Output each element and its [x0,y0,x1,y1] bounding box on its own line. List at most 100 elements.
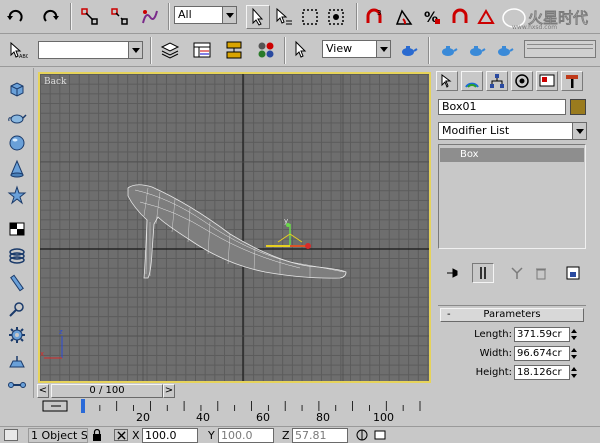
render-teapot-icon [442,46,458,56]
modifier-stack[interactable]: Box [438,144,586,249]
create-helper-button[interactable] [5,352,29,374]
tab-display[interactable] [536,71,558,91]
show-end-result-button[interactable] [472,263,494,283]
param-length-field[interactable]: 371.59cr [514,327,570,342]
shoe-model[interactable] [127,184,347,279]
create-tube-button[interactable] [5,298,29,320]
remove-modifier-button[interactable] [530,263,552,283]
chevron-down-icon[interactable] [222,6,237,24]
select-object-button[interactable] [246,5,270,29]
layers-icon [160,42,180,59]
x-coordinate-field[interactable]: 100.0 [142,428,198,443]
param-height-row: Height: 18.126cr [438,365,586,381]
bone-icon [8,382,26,388]
time-slider-left-arrow[interactable]: < [37,384,49,398]
chevron-down-icon[interactable] [572,122,587,140]
angle-snap-button[interactable] [392,5,416,29]
lock-icon[interactable] [92,428,102,441]
redo-button[interactable] [38,5,62,29]
create-teapot-button[interactable] [5,106,29,128]
render-last-button[interactable] [492,38,516,62]
parameters-rollout-header[interactable]: - Parameters [440,308,584,322]
create-torus-button[interactable] [5,244,29,266]
chevron-down-icon[interactable] [376,40,391,58]
edit-named-selection-button[interactable]: ABC [6,38,30,62]
layers-button[interactable] [158,38,182,62]
width-spinner[interactable] [571,346,579,361]
tab-hierarchy[interactable] [486,71,508,91]
named-selection-sets-button[interactable] [474,5,498,29]
tab-modify[interactable] [461,71,483,91]
select-and-move-button[interactable] [290,38,314,62]
rectangular-selection-button[interactable] [298,5,322,29]
track-bar[interactable]: 20 40 60 80 100 [37,399,431,425]
toolbar-separator [70,3,72,30]
angle-snap-icon [395,9,413,25]
param-width-field[interactable]: 96.674cr [514,346,570,361]
percent-snap-button[interactable]: % [420,5,444,29]
time-tag-icon[interactable] [374,429,386,441]
select-and-link-button[interactable] [78,5,102,29]
make-unique-icon [511,267,523,279]
object-name-field[interactable]: Box01 [438,99,566,115]
chevron-down-icon[interactable] [128,41,143,59]
spinner-snap-button[interactable] [448,5,472,29]
make-unique-button[interactable] [506,263,528,283]
tab-create[interactable] [436,71,458,91]
create-box-button[interactable] [5,78,29,100]
material-editor-button[interactable] [254,38,278,62]
current-frame-marker[interactable] [81,399,85,413]
stack-item-box[interactable]: Box [440,148,584,162]
window-crossing-button[interactable] [324,5,348,29]
script-listener-button[interactable] [4,429,18,441]
time-slider-thumb[interactable]: 0 / 100 [51,384,163,398]
object-color-swatch[interactable] [570,99,586,115]
create-cylinder-button[interactable] [5,272,29,294]
create-gear-button[interactable] [5,324,29,346]
length-spinner[interactable] [571,327,579,342]
selection-count-field: 1 Object Se [28,428,88,443]
create-cone-button[interactable] [5,158,29,180]
render-type-field[interactable] [524,40,596,58]
create-checker-button[interactable] [5,218,29,240]
configure-modifier-sets-button[interactable] [562,263,584,283]
quick-render-button[interactable] [464,38,488,62]
param-width-label: Width: [479,348,512,359]
selection-filter-dropdown[interactable]: All [174,6,237,24]
tick-label-40: 40 [196,411,210,424]
render-scene-button[interactable] [436,38,460,62]
snaps-toggle-button[interactable]: 3 [362,5,386,29]
create-star-button[interactable] [5,184,29,206]
bind-space-warp-button[interactable] [138,5,162,29]
z-coordinate-field[interactable]: 57.81 [292,428,348,443]
use-pivot-center-button[interactable] [396,38,420,62]
create-bone-button[interactable] [5,374,29,396]
schematic-view-button[interactable] [222,38,246,62]
track-view-button[interactable] [190,38,214,62]
reference-coordinate-dropdown[interactable]: View [322,40,391,58]
time-slider[interactable]: < 0 / 100 > [37,383,431,399]
named-selection-dropdown[interactable] [38,41,143,59]
ruler-ticks [82,401,421,411]
toolbar-separator [284,37,286,64]
unlink-selection-button[interactable] [108,5,132,29]
modifier-list-dropdown[interactable]: Modifier List [438,122,587,140]
tab-utilities[interactable] [561,71,583,91]
transform-gizmo[interactable]: y [266,217,311,249]
tab-motion[interactable] [511,71,533,91]
undo-button[interactable] [4,5,28,29]
tab-panel-toolbar [0,68,34,398]
height-spinner[interactable] [571,365,579,380]
svg-text:y: y [284,217,288,225]
viewport-back[interactable]: Back y z x [38,72,431,383]
param-height-field[interactable]: 18.126cr [514,365,570,380]
time-slider-right-arrow[interactable]: > [163,384,175,398]
create-sphere-button[interactable] [5,132,29,154]
teapot-icon [8,114,27,124]
svg-text:x: x [40,350,44,358]
select-by-name-button[interactable] [272,5,296,29]
absolute-mode-button[interactable] [114,429,128,441]
pin-stack-button[interactable] [442,263,464,283]
grid-icon[interactable] [356,429,368,441]
y-coordinate-field[interactable]: 100.0 [218,428,274,443]
